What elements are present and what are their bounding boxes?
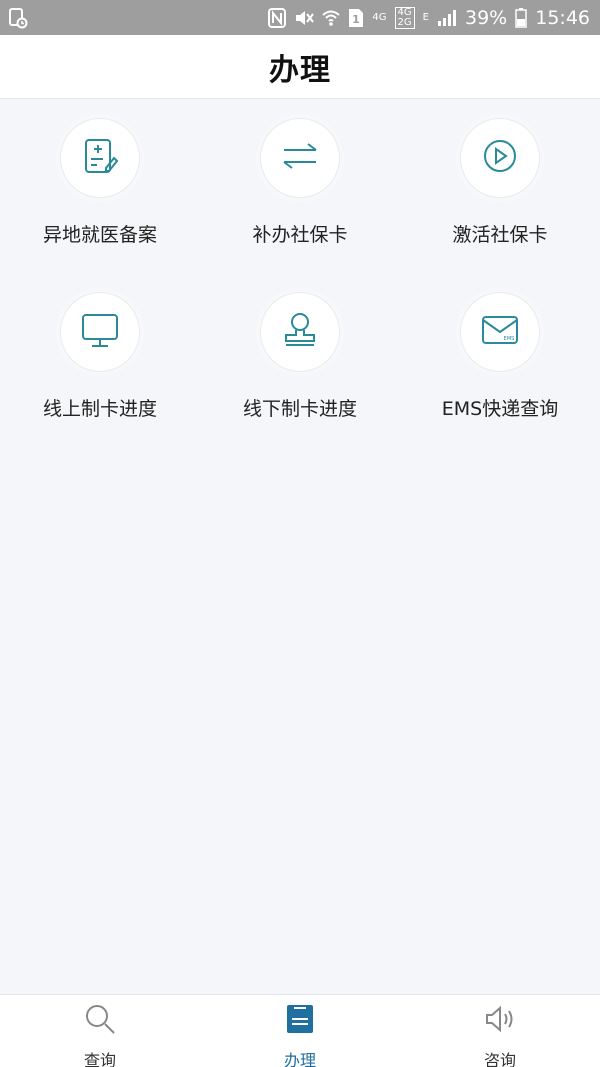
swap-arrows-icon bbox=[280, 136, 320, 180]
battery-percent: 39% bbox=[465, 6, 508, 29]
nav-label-query: 查询 bbox=[83, 1051, 116, 1067]
signal-icon bbox=[437, 9, 457, 27]
wifi-icon bbox=[322, 9, 341, 27]
icon-circle bbox=[260, 118, 340, 198]
icon-circle bbox=[60, 118, 140, 198]
network-badge-bottom: 2G bbox=[397, 16, 412, 28]
battery-icon bbox=[515, 7, 527, 28]
nav-item-consult[interactable]: 咨询 bbox=[400, 995, 600, 1067]
grid-item-label: 异地就医备案 bbox=[42, 224, 157, 246]
nfc-icon bbox=[268, 7, 287, 28]
network-badge-top: 4G bbox=[397, 6, 412, 18]
nav-item-query[interactable]: 查询 bbox=[0, 995, 200, 1067]
grid-item-label: 线下制卡进度 bbox=[242, 398, 357, 420]
grid-item-label: 补办社保卡 bbox=[252, 224, 348, 246]
screenshot-notification-icon bbox=[8, 7, 28, 29]
header: 办理 bbox=[0, 35, 600, 99]
medical-record-icon bbox=[80, 136, 120, 180]
grid-item-offline-card-progress[interactable]: 线下制卡进度 bbox=[200, 274, 400, 448]
grid-item-label: 线上制卡进度 bbox=[42, 398, 157, 420]
page-title: 办理 bbox=[269, 52, 331, 88]
grid-item-reissue-card[interactable]: 补办社保卡 bbox=[200, 100, 400, 274]
service-grid: 异地就医备案 补办社保卡 激活社保卡 线上制卡进度 线下制卡进度 EMS EMS… bbox=[0, 100, 600, 448]
handle-document-icon bbox=[285, 1003, 315, 1039]
play-circle-icon bbox=[480, 136, 520, 180]
bottom-nav: 查询 办理 咨询 bbox=[0, 994, 600, 1067]
search-icon bbox=[84, 1003, 116, 1039]
mute-icon bbox=[294, 9, 315, 27]
grid-item-label: EMS快递查询 bbox=[441, 398, 559, 420]
grid-item-activate-card[interactable]: 激活社保卡 bbox=[400, 100, 600, 274]
network-4g-label: 4G bbox=[372, 11, 387, 23]
data-type-label: E bbox=[422, 11, 429, 23]
nav-label-handle: 办理 bbox=[283, 1051, 316, 1067]
icon-circle bbox=[60, 292, 140, 372]
sim-label: 1 bbox=[353, 13, 361, 26]
icon-circle: EMS bbox=[460, 292, 540, 372]
status-right: 1 4G 4G 2G E 39% 15:46 bbox=[268, 6, 590, 29]
grid-item-ems-tracking[interactable]: EMS EMS快递查询 bbox=[400, 274, 600, 448]
status-left bbox=[8, 7, 28, 29]
stamp-person-icon bbox=[280, 310, 320, 354]
grid-item-online-card-progress[interactable]: 线上制卡进度 bbox=[0, 274, 200, 448]
grid-item-remote-medical-filing[interactable]: 异地就医备案 bbox=[0, 100, 200, 274]
network-4g-2g-badge: 4G 2G bbox=[394, 6, 415, 29]
status-time: 15:46 bbox=[535, 6, 590, 29]
ems-envelope-icon: EMS bbox=[480, 310, 520, 354]
monitor-icon bbox=[80, 310, 120, 354]
grid-item-label: 激活社保卡 bbox=[452, 224, 548, 246]
nav-label-consult: 咨询 bbox=[483, 1051, 516, 1067]
status-bar: 1 4G 4G 2G E 39% 15:46 bbox=[0, 0, 600, 35]
nav-item-handle[interactable]: 办理 bbox=[200, 995, 400, 1067]
icon-circle bbox=[460, 118, 540, 198]
speaker-icon bbox=[484, 1003, 516, 1039]
icon-circle bbox=[260, 292, 340, 372]
sim-icon: 1 bbox=[348, 8, 364, 28]
ems-icon-text: EMS bbox=[504, 336, 515, 342]
